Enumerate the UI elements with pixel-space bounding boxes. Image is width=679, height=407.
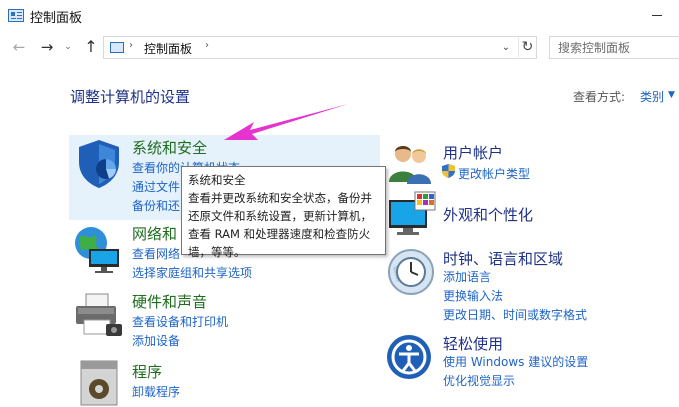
address-dropdown-button[interactable]: ⌄ (497, 38, 515, 57)
network-globe-icon[interactable] (71, 223, 123, 275)
file-history-link[interactable]: 通过文件 (132, 178, 180, 195)
clock-globe-icon[interactable] (385, 246, 437, 298)
view-by-dropdown[interactable]: 类别 (640, 88, 664, 105)
hardware-sound-link[interactable]: 硬件和声音 (132, 291, 207, 312)
clock-language-region-link[interactable]: 时钟、语言和区域 (443, 248, 563, 269)
appearance-monitor-icon[interactable] (385, 190, 437, 242)
minimize-button[interactable] (640, 4, 674, 28)
refresh-button[interactable]: ↻ (518, 38, 536, 57)
uninstall-program-link[interactable]: 卸载程序 (132, 383, 180, 400)
forward-button[interactable]: → (36, 36, 58, 58)
printer-icon[interactable] (72, 290, 124, 342)
view-network-status-link[interactable]: 查看网络 (132, 245, 180, 262)
change-account-type-link[interactable]: 更改帐户类型 (458, 165, 530, 182)
appearance-personalization-link[interactable]: 外观和个性化 (443, 204, 533, 225)
view-by-label: 查看方式: (573, 90, 626, 104)
user-accounts-icon[interactable] (385, 138, 437, 190)
control-panel-icon (8, 9, 24, 22)
devices-printers-link[interactable]: 查看设备和打印机 (132, 313, 228, 330)
recent-locations-button[interactable]: ⌄ (61, 36, 75, 58)
ease-of-access-icon[interactable] (385, 333, 437, 385)
chevron-down-icon[interactable]: ▼ (668, 90, 675, 100)
change-date-time-format-link[interactable]: 更改日期、时间或数字格式 (443, 306, 587, 323)
search-input[interactable] (558, 38, 678, 58)
breadcrumb-control-panel[interactable]: 控制面板 (144, 40, 192, 57)
system-security-link[interactable]: 系统和安全 (132, 137, 207, 158)
tooltip-line: 查看并更改系统和安全状态，备份并 (188, 191, 372, 205)
navigation-bar: ← → ⌄ ↑ › 控制面板 › ⌄ ↻ (0, 32, 679, 62)
up-button[interactable]: ↑ (80, 36, 102, 58)
tooltip-line: 墙，等等。 (188, 245, 246, 259)
shield-icon[interactable] (73, 138, 125, 190)
search-box[interactable] (549, 36, 679, 59)
system-security-tooltip: 系统和安全 查看并更改系统和安全状态，备份并 还原文件和系统设置，更新计算机， … (181, 166, 386, 259)
network-internet-link[interactable]: 网络和 (132, 223, 177, 244)
tooltip-line: 查看 RAM 和处理器速度和检查防火 (188, 227, 371, 241)
tooltip-line: 还原文件和系统设置，更新计算机， (188, 209, 372, 223)
page-title: 调整计算机的设置 (70, 88, 191, 106)
user-accounts-link[interactable]: 用户帐户 (443, 142, 503, 163)
homegroup-sharing-link[interactable]: 选择家庭组和共享选项 (132, 264, 252, 281)
breadcrumb-separator[interactable]: › (205, 40, 209, 51)
address-bar[interactable]: › 控制面板 › ⌄ ↻ (103, 36, 537, 59)
control-panel-icon (110, 42, 124, 53)
use-windows-recommended-settings-link[interactable]: 使用 Windows 建议的设置 (443, 353, 588, 370)
programs-link[interactable]: 程序 (132, 361, 162, 382)
uac-shield-icon (442, 164, 455, 178)
breadcrumb-separator[interactable]: › (129, 40, 133, 51)
backup-restore-link[interactable]: 备份和还 (132, 197, 180, 214)
ease-of-access-link[interactable]: 轻松使用 (443, 333, 503, 354)
window-title: 控制面板 (30, 11, 83, 26)
programs-icon[interactable] (73, 355, 125, 407)
annotation-arrow-icon (224, 104, 348, 140)
title-bar: 控制面板 (0, 0, 679, 32)
add-language-link[interactable]: 添加语言 (443, 268, 491, 285)
optimize-visual-display-link[interactable]: 优化视觉显示 (443, 372, 515, 389)
change-input-method-link[interactable]: 更换输入法 (443, 287, 503, 304)
add-device-link[interactable]: 添加设备 (132, 332, 180, 349)
tooltip-title: 系统和安全 (188, 173, 246, 187)
back-button[interactable]: ← (8, 36, 30, 58)
